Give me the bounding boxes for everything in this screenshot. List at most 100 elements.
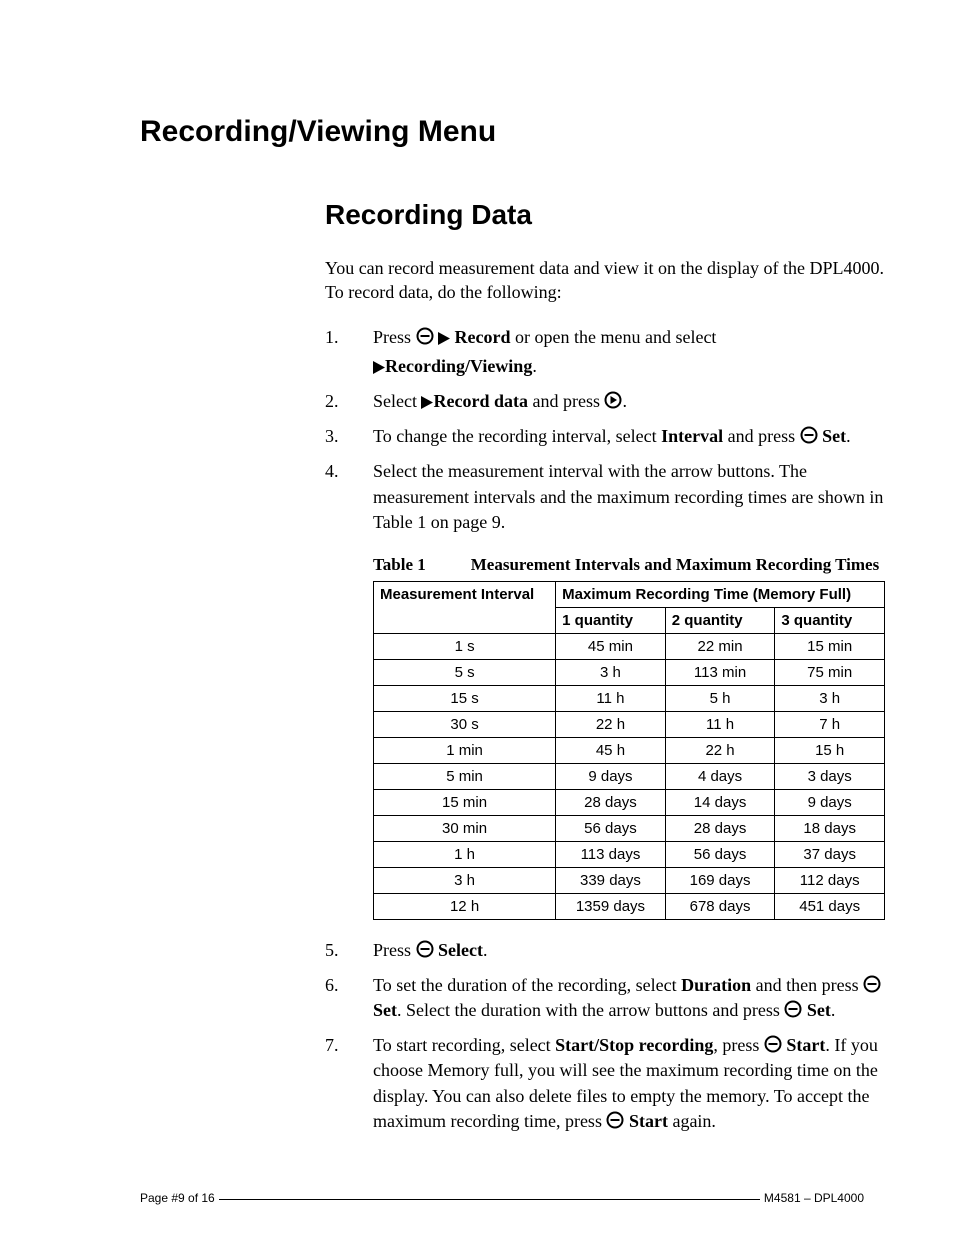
table-cell: 37 days — [775, 841, 885, 867]
table-cell: 678 days — [665, 893, 775, 919]
step-text: . — [846, 426, 851, 446]
table-cell: 56 days — [665, 841, 775, 867]
step-text: or open the menu and select — [511, 327, 717, 347]
step-text: . — [622, 391, 627, 411]
table-cell: 4 days — [665, 763, 775, 789]
table-cell: 15 s — [374, 685, 556, 711]
table-row: 15 min28 days14 days9 days — [374, 789, 885, 815]
step-7: 7. To start recording, select Start/Stop… — [325, 1033, 885, 1134]
table-row: 1 min45 h22 h15 h — [374, 737, 885, 763]
step-text: . — [532, 356, 537, 376]
table-cell: 1 s — [374, 633, 556, 659]
footer-page-number: Page #9 of 16 — [140, 1191, 215, 1205]
table-cell: 75 min — [775, 659, 885, 685]
table-cell: 112 days — [775, 867, 885, 893]
table-cell: 3 h — [374, 867, 556, 893]
step-4: 4. Select the measurement interval with … — [325, 459, 885, 919]
step-text: and press — [723, 426, 799, 446]
step-text: , press — [713, 1035, 764, 1055]
table-cell: 15 min — [374, 789, 556, 815]
circle-minus-icon — [784, 1000, 802, 1018]
play-solid-icon — [373, 361, 385, 374]
play-solid-icon — [421, 396, 433, 409]
table-cell: 5 s — [374, 659, 556, 685]
table-cell: 5 min — [374, 763, 556, 789]
th-q1: 1 quantity — [556, 607, 666, 633]
table-cell: 15 h — [775, 737, 885, 763]
table-caption-number: Table 1 — [373, 553, 426, 577]
table-cell: 5 h — [665, 685, 775, 711]
table-cell: 11 h — [665, 711, 775, 737]
th-interval: Measurement Interval — [374, 581, 556, 633]
step-5: 5. Press Select. — [325, 938, 885, 963]
step-text: Select — [373, 391, 421, 411]
table-cell: 45 h — [556, 737, 666, 763]
circle-minus-icon — [764, 1035, 782, 1053]
circle-minus-icon — [416, 327, 434, 345]
section-title: Recording Data — [325, 199, 885, 231]
circle-minus-icon — [416, 940, 434, 958]
table-cell: 45 min — [556, 633, 666, 659]
step-bold: Duration — [681, 975, 751, 995]
step-2: 2. Select Record data and press . — [325, 389, 885, 414]
table-cell: 7 h — [775, 711, 885, 737]
step-bold: Set — [802, 1000, 831, 1020]
step-number: 6. — [325, 973, 345, 1023]
table-cell: 56 days — [556, 815, 666, 841]
page-title: Recording/Viewing Menu — [140, 115, 864, 149]
table-row: 1 h113 days56 days37 days — [374, 841, 885, 867]
th-maxrec: Maximum Recording Time (Memory Full) — [556, 581, 885, 607]
table-cell: 3 h — [556, 659, 666, 685]
circle-minus-icon — [606, 1111, 624, 1129]
step-number: 1. — [325, 325, 345, 379]
table-cell: 30 s — [374, 711, 556, 737]
step-text: Select the measurement interval with the… — [373, 461, 883, 531]
table-cell: 1 h — [374, 841, 556, 867]
table-caption-text: Measurement Intervals and Maximum Record… — [471, 553, 885, 577]
table-cell: 28 days — [556, 789, 666, 815]
step-number: 5. — [325, 938, 345, 963]
circle-minus-icon — [800, 426, 818, 444]
step-text: To change the recording interval, select — [373, 426, 661, 446]
step-number: 3. — [325, 424, 345, 449]
step-3: 3. To change the recording interval, sel… — [325, 424, 885, 449]
step-text: . — [831, 1000, 836, 1020]
step-number: 4. — [325, 459, 345, 919]
step-bold: Set — [373, 1000, 397, 1020]
table-cell: 9 days — [775, 789, 885, 815]
step-text: To start recording, select — [373, 1035, 555, 1055]
table-cell: 3 h — [775, 685, 885, 711]
table-cell: 15 min — [775, 633, 885, 659]
table-cell: 1359 days — [556, 893, 666, 919]
step-bold: Record — [450, 327, 510, 347]
step-6: 6. To set the duration of the recording,… — [325, 973, 885, 1023]
table-cell: 11 h — [556, 685, 666, 711]
table-cell: 169 days — [665, 867, 775, 893]
play-solid-icon — [438, 332, 450, 345]
step-number: 2. — [325, 389, 345, 414]
th-q3: 3 quantity — [775, 607, 885, 633]
step-bold: Record data — [433, 391, 527, 411]
table-cell: 451 days — [775, 893, 885, 919]
page-footer: Page #9 of 16 M4581 – DPL4000 — [0, 1191, 954, 1205]
footer-rule — [219, 1199, 760, 1200]
table-cell: 14 days — [665, 789, 775, 815]
step-number: 7. — [325, 1033, 345, 1134]
interval-table: Measurement Interval Maximum Recording T… — [373, 581, 885, 920]
step-bold: Set — [818, 426, 847, 446]
step-bold: Select — [434, 940, 483, 960]
play-circle-icon — [604, 391, 622, 409]
step-bold: Recording/Viewing — [385, 356, 532, 376]
table-row: 5 min9 days4 days3 days — [374, 763, 885, 789]
table-cell: 30 min — [374, 815, 556, 841]
table-row: 3 h339 days169 days112 days — [374, 867, 885, 893]
table-cell: 22 h — [665, 737, 775, 763]
step-bold: Start — [782, 1035, 826, 1055]
table-row: 30 s22 h11 h7 h — [374, 711, 885, 737]
table-cell: 28 days — [665, 815, 775, 841]
circle-minus-icon — [863, 975, 881, 993]
table-cell: 1 min — [374, 737, 556, 763]
table-cell: 22 min — [665, 633, 775, 659]
step-text: To set the duration of the recording, se… — [373, 975, 681, 995]
table-cell: 3 days — [775, 763, 885, 789]
